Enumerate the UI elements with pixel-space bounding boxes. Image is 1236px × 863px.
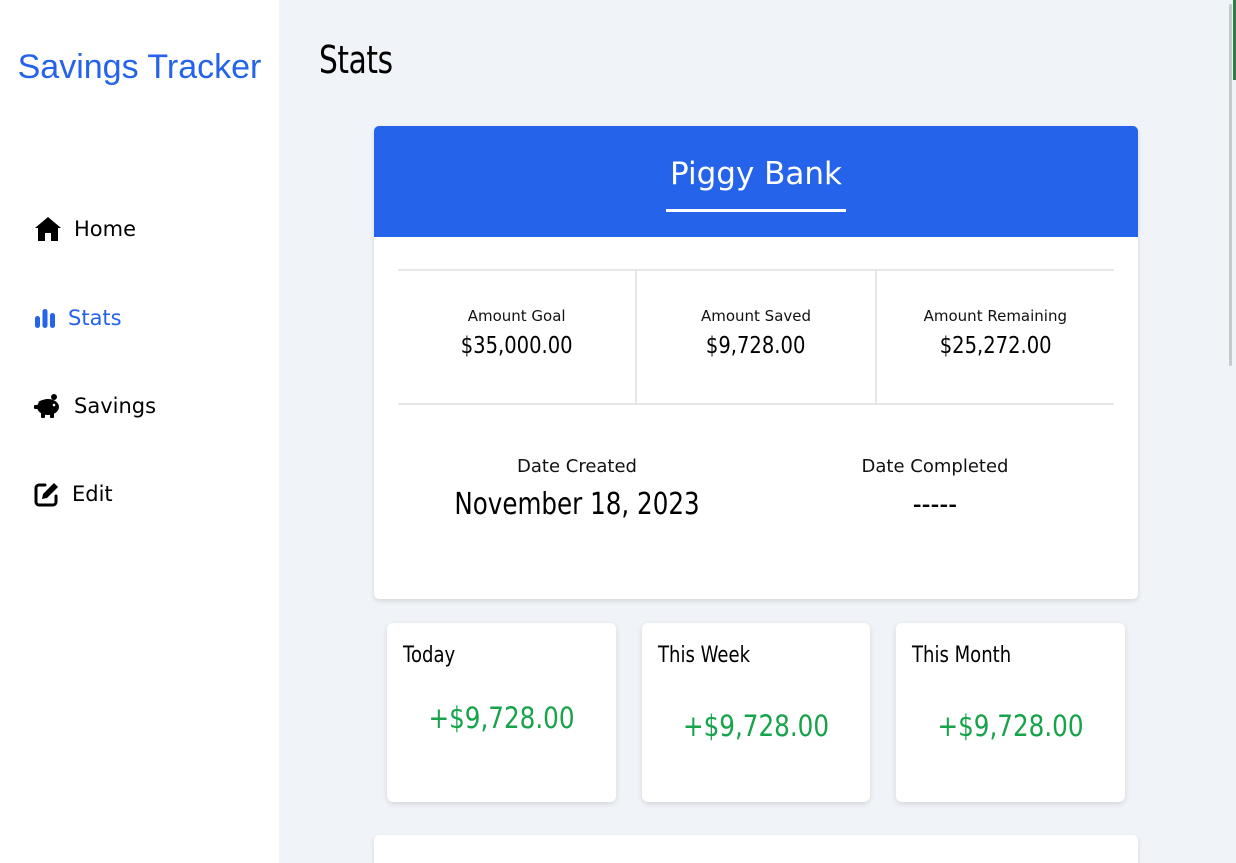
amount-goal-cell: Amount Goal $35,000.00 <box>398 271 635 403</box>
sidebar-item-label: Edit <box>72 482 113 506</box>
sidebar-item-stats[interactable]: Stats <box>34 304 122 332</box>
next-section-card <box>374 835 1138 863</box>
date-label: Date Created <box>517 456 637 477</box>
amount-label: Amount Saved <box>700 307 812 325</box>
goal-name-underline <box>666 209 846 212</box>
sidebar-item-label: Savings <box>74 394 157 418</box>
page-title: Stats <box>319 38 393 82</box>
amount-grid: Amount Goal $35,000.00 Amount Saved $9,7… <box>398 269 1114 405</box>
period-value: +$9,728.00 <box>682 709 830 743</box>
period-title: This Week <box>658 643 751 668</box>
sidebar-item-label: Home <box>74 217 137 241</box>
period-card-month: This Month +$9,728.00 <box>896 623 1125 802</box>
period-card-today: Today +$9,728.00 <box>387 623 616 802</box>
period-card-week: This Week +$9,728.00 <box>642 623 870 802</box>
goal-name: Piggy Bank <box>669 156 843 192</box>
period-value: +$9,728.00 <box>428 701 575 735</box>
date-created: Date Created November 18, 2023 <box>398 456 756 522</box>
amount-label: Amount Goal <box>467 307 566 325</box>
date-value: November 18, 2023 <box>454 487 700 522</box>
goal-summary-card: Piggy Bank Amount Goal $35,000.00 Amount… <box>374 126 1138 599</box>
period-value: +$9,728.00 <box>937 709 1084 743</box>
amount-label: Amount Remaining <box>923 307 1067 325</box>
period-title: Today <box>403 643 456 668</box>
bar-chart-icon <box>34 304 62 332</box>
app-title: Savings Tracker <box>17 48 262 86</box>
date-value: ----- <box>912 487 958 522</box>
date-completed: Date Completed ----- <box>756 456 1114 522</box>
amount-value: $25,272.00 <box>939 333 1052 359</box>
amount-value: $35,000.00 <box>460 333 573 359</box>
amount-value: $9,728.00 <box>706 333 806 359</box>
piggy-bank-icon <box>34 392 62 420</box>
amount-saved-cell: Amount Saved $9,728.00 <box>635 271 874 403</box>
sidebar-item-label: Stats <box>68 306 122 330</box>
dates-row: Date Created November 18, 2023 Date Comp… <box>398 456 1114 522</box>
date-label: Date Completed <box>861 456 1009 477</box>
scrollbar[interactable] <box>1229 4 1232 366</box>
edit-icon <box>34 480 62 508</box>
goal-header: Piggy Bank <box>374 126 1138 237</box>
sidebar-item-home[interactable]: Home <box>34 215 136 243</box>
sidebar-item-savings[interactable]: Savings <box>34 392 156 420</box>
home-icon <box>34 215 62 243</box>
sidebar: Savings Tracker Home Stats Savings Edit <box>0 0 279 863</box>
period-title: This Month <box>912 643 1012 668</box>
amount-remaining-cell: Amount Remaining $25,272.00 <box>874 271 1114 403</box>
sidebar-item-edit[interactable]: Edit <box>34 480 113 508</box>
